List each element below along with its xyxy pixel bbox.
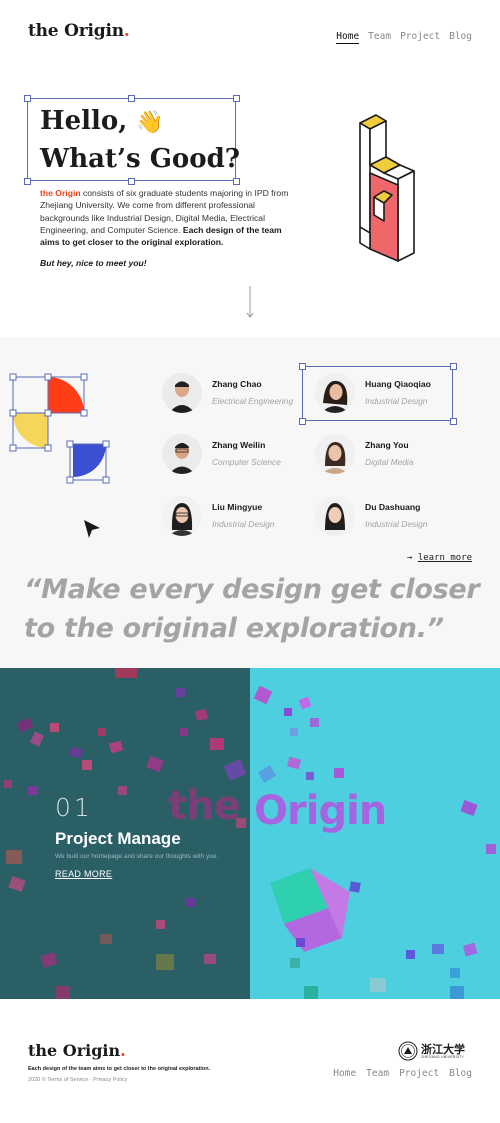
main-nav: Home Team Project Blog [336,31,472,44]
team-member-card[interactable]: Zhang Chao Electrical Engineering [162,371,302,415]
site-logo[interactable]: the Origin. [28,21,130,41]
nav-project[interactable]: Project [400,31,440,44]
university-name-cn: 浙江大学 [421,1042,465,1056]
team-member-card[interactable]: Zhang You Digital Media [315,432,455,476]
team-member-card[interactable]: Huang Qiaoqiao Industrial Design [315,371,455,415]
isometric-four-illustration [359,114,415,262]
learn-more-link[interactable]: → learn more [407,553,472,563]
cursor-icon [84,520,100,538]
selection-handle [299,418,306,425]
team-member-card[interactable]: Du Dashuang Industrial Design [315,494,455,538]
project-number: 01 [55,793,93,822]
logo-dot: . [123,21,130,41]
avatar [315,373,355,413]
logo-text: the Origin [28,21,124,41]
hero-description: the Origin consists of six graduate stud… [40,188,289,248]
selection-handle [233,178,240,185]
avatar [162,434,202,474]
wave-icon: 👋 [136,109,164,135]
footer-nav-blog[interactable]: Blog [449,1068,472,1079]
selection-handle [450,363,457,370]
project-title: Project Manage [55,829,181,848]
footer-nav-home[interactable]: Home [333,1068,356,1079]
team-member-card[interactable]: Liu Mingyue Industrial Design [162,494,302,538]
hero-tagline: But hey, nice to meet you! [40,258,147,268]
scroll-down-icon[interactable] [245,286,255,320]
decorative-shapes [9,373,110,484]
read-more-link[interactable]: READ MORE [55,869,112,879]
selection-handle [24,95,31,102]
footer-tagline: Each design of the team aims to get clos… [28,1066,211,1072]
footer-copyright: 2020 © Terms of Service · Privacy Policy [28,1077,128,1083]
hero-title: Hello, 👋 What’s Good? [40,106,241,174]
university-logo: 浙江大学 ZHEJIANG UNIVERSITY [398,1041,465,1061]
selection-handle [128,178,135,185]
team-member-card[interactable]: Zhang Weilin Computer Science [162,432,302,476]
project-description: We built our homepage and share our thou… [55,853,219,860]
avatar [162,373,202,413]
footer-nav-team[interactable]: Team [366,1068,389,1079]
selection-handle [24,178,31,185]
nav-team[interactable]: Team [368,31,391,44]
footer-nav-project[interactable]: Project [399,1068,439,1079]
nav-blog[interactable]: Blog [449,31,472,44]
selection-handle [233,95,240,102]
avatar [162,496,202,536]
footer-nav: Home Team Project Blog [333,1068,472,1079]
team-quote: “Make every design get closer to the ori… [24,574,480,644]
selection-handle [450,418,457,425]
avatar [315,496,355,536]
university-seal-icon [398,1041,418,1061]
nav-home[interactable]: Home [336,31,360,44]
project-word-right: Origin [254,788,387,834]
selection-handle [299,363,306,370]
selection-handle [128,95,135,102]
arrow-right-icon: → [406,553,413,563]
project-word-left: the [168,783,241,829]
avatar [315,434,355,474]
university-name-en: ZHEJIANG UNIVERSITY [421,1054,465,1059]
footer-logo[interactable]: the Origin. [28,1041,126,1060]
